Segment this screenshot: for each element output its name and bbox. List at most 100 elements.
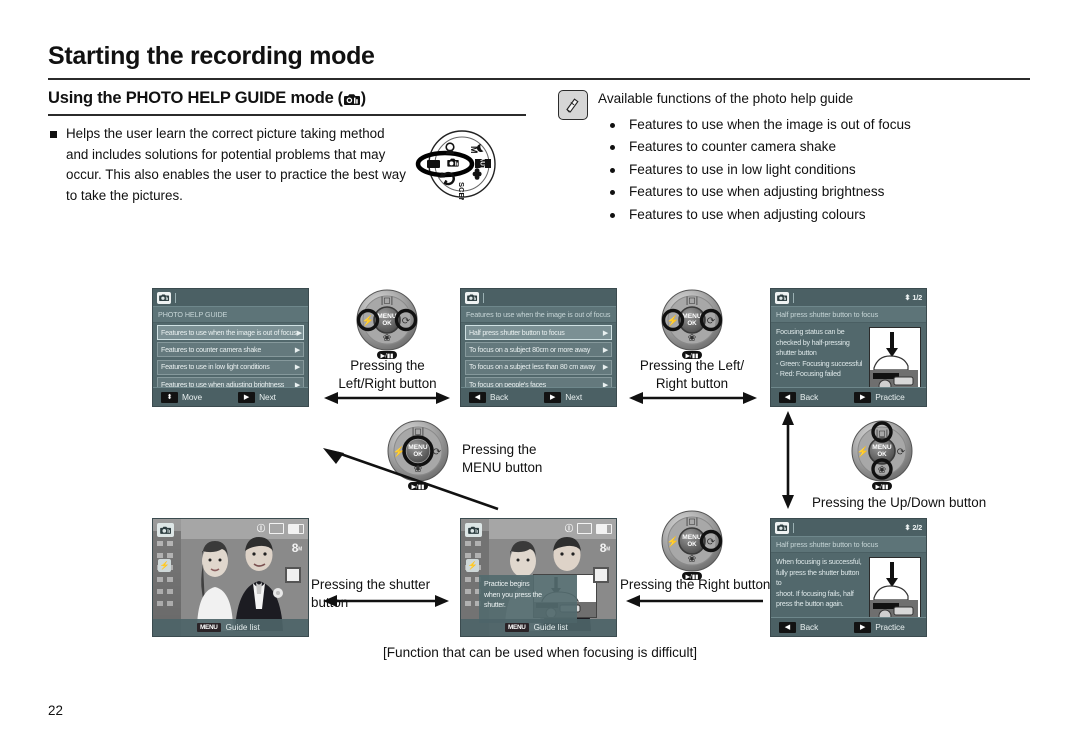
svg-text:OK: OK [382, 320, 392, 327]
updown-arrow-icon: ⬍ [904, 523, 911, 532]
photo-help-guide-mode-icon [775, 291, 789, 304]
photo-help-guide-mode-icon [465, 523, 482, 537]
lcd-screen-guide-list: PHOTO HELP GUIDE Features to use when th… [152, 288, 309, 407]
svg-text:|◻|: |◻| [381, 295, 393, 305]
lcd-page-indicator: ⬍ 2/2 [904, 523, 922, 532]
photo-help-guide-mode-icon [157, 523, 174, 537]
note-list: Features to use when the image is out of… [606, 114, 911, 226]
sd-card-icon [269, 523, 284, 534]
lcd-row[interactable]: To focus on a subject less than 80 cm aw… [465, 359, 612, 375]
right-key-icon: ▶ [854, 391, 872, 403]
chevron-right-icon: ▶ [602, 346, 608, 354]
photo-help-guide-mode-icon [775, 521, 789, 534]
footer-right-label: Next [259, 392, 276, 402]
dial-label-scene: SCENE [457, 182, 466, 200]
arrow-bidirectional-1 [323, 390, 451, 411]
nav-pad-up-down[interactable]: MENU OK |◻| ⚡ ⟳ ❀ ▶/▮▮ [845, 418, 919, 492]
nav-pad-right[interactable]: MENU OK |◻| ⚡ ⟳ ❀ ▶/▮▮ [655, 508, 729, 582]
detail-line: - Red: Focusing failed [776, 370, 841, 379]
section-title: Using the PHOTO HELP GUIDE mode [48, 89, 334, 107]
lcd-row[interactable]: To focus on a subject 80cm or more away ▶ [465, 342, 612, 358]
lcd-statusbar: ⬍ 1/2 [771, 289, 926, 307]
lcd-bottom-bar: MENU Guide list [461, 619, 616, 636]
status-icons: Ⓘ [257, 523, 304, 534]
svg-text:⚡: ⚡ [667, 535, 679, 548]
lcd-title: Half press shutter button to focus [771, 307, 926, 323]
lcd-detail-body: Focusing status can be checked by half-p… [771, 323, 926, 397]
section-title-row: Using the PHOTO HELP GUIDE mode ( ) [48, 89, 366, 108]
tooltip-line: shutter. [484, 601, 506, 609]
svg-text:⚡: ⚡ [667, 314, 679, 327]
photo-help-guide-mode-icon [465, 291, 479, 304]
title-divider [48, 78, 1030, 80]
note-list-item: Features to counter camera shake [606, 136, 911, 158]
status-icons: Ⓘ [565, 523, 612, 534]
lcd-row[interactable]: Features to counter camera shake ▶ [157, 342, 304, 358]
lcd-page-indicator: ⬍ 1/2 [904, 293, 922, 302]
photo-help-guide-mode-icon: ( ) [337, 89, 366, 107]
lcd-screen-live-view: Ⓘ 8ᴹ ⚡ MENU Guide list [152, 518, 309, 637]
svg-text:❀: ❀ [878, 465, 886, 476]
svg-text:MENU: MENU [682, 534, 702, 541]
resolution-indicator: 8ᴹ [291, 541, 302, 555]
footer-left-label: Back [800, 622, 819, 632]
lcd-row[interactable]: Half press shutter button to focus ▶ [465, 325, 612, 340]
single-shot-icon [593, 567, 609, 583]
nav-pad-left-right-2[interactable]: MENU OK |◻| ⚡ ⟳ ❀ ▶/▮▮ [655, 287, 729, 361]
tooltip-line: when you press the [484, 590, 542, 599]
detail-line: - Green: Focusing successful [776, 359, 863, 368]
lcd-title: PHOTO HELP GUIDE [153, 307, 308, 323]
detail-line: shutter button [776, 349, 817, 358]
svg-text:|◻|: |◻| [876, 428, 888, 438]
right-key-icon: ▶ [854, 621, 872, 633]
note-title: Available functions of the photo help gu… [598, 91, 854, 106]
lcd-row[interactable]: Features to use in low light conditions ▶ [157, 359, 304, 375]
manual-page: Starting the recording mode Using the PH… [0, 0, 1080, 746]
svg-text:❀: ❀ [383, 333, 391, 344]
svg-text:MENU: MENU [377, 313, 397, 320]
sd-card-icon [577, 523, 592, 534]
menu-key-icon: MENU [505, 623, 529, 632]
svg-text:▶/▮▮: ▶/▮▮ [876, 485, 889, 491]
photo-help-guide-mode-icon [157, 291, 171, 304]
note-list-item: Features to use when adjusting brightnes… [606, 181, 911, 203]
chevron-right-icon: ▶ [294, 346, 300, 354]
nav-pad-left-right-1[interactable]: MENU OK |◻| ⚡ ⟳ ❀ ▶/▮▮ [350, 287, 424, 361]
svg-text:⟳: ⟳ [897, 447, 906, 458]
footer-left-label: Move [182, 392, 203, 402]
svg-text:|◻|: |◻| [412, 426, 424, 436]
svg-text:|◻|: |◻| [686, 516, 698, 526]
svg-text:⟳: ⟳ [707, 537, 716, 548]
arrow-bidirectional-3 [322, 593, 450, 614]
figure-caption: [Function that can be used when focusing… [382, 645, 698, 660]
arrow-vertical [780, 410, 796, 515]
right-key-icon: ▶ [544, 391, 562, 403]
lcd-title: Features to use when the image is out of… [461, 307, 616, 323]
lcd-screen-focus-list: Features to use when the image is out of… [460, 288, 617, 407]
page-number: 22 [48, 703, 63, 718]
arrow-left-1 [625, 593, 765, 614]
note-list-item: Features to use when the image is out of… [606, 114, 911, 136]
lcd-row[interactable]: Features to use when the image is out of… [157, 325, 304, 340]
iso-icon: Ⓘ [565, 524, 573, 533]
battery-icon [288, 523, 304, 534]
svg-text:⚡: ⚡ [362, 314, 374, 327]
caption-left-right-2: Pressing the Left/ Right button [639, 358, 745, 391]
chevron-right-icon: ▶ [602, 329, 608, 337]
lcd-footer: ◀ Back ▶ Next [461, 387, 616, 406]
menu-key-icon: MENU [197, 623, 221, 632]
svg-text:⚡: ⚡ [857, 445, 869, 458]
section-divider [48, 114, 526, 116]
chevron-right-icon: ▶ [296, 329, 302, 337]
caption-right-button: Pressing the Right button [620, 577, 771, 592]
page-title: Starting the recording mode [48, 42, 375, 70]
intro-paragraph: Helps the user learn the correct picture… [66, 126, 406, 203]
footer-right-label: Practice [875, 622, 905, 632]
detail-line: checked by half-pressing [776, 338, 850, 347]
lcd-row-list: Half press shutter button to focus ▶ To f… [461, 323, 616, 393]
note-pencil-icon [558, 90, 588, 120]
lcd-screen-detail-1: ⬍ 1/2 Half press shutter button to focus … [770, 288, 927, 407]
right-key-icon: ▶ [238, 391, 256, 403]
caption-left-right-1: Pressing the Left/Right button [338, 358, 437, 391]
tooltip-line: Practice begins [484, 580, 530, 588]
